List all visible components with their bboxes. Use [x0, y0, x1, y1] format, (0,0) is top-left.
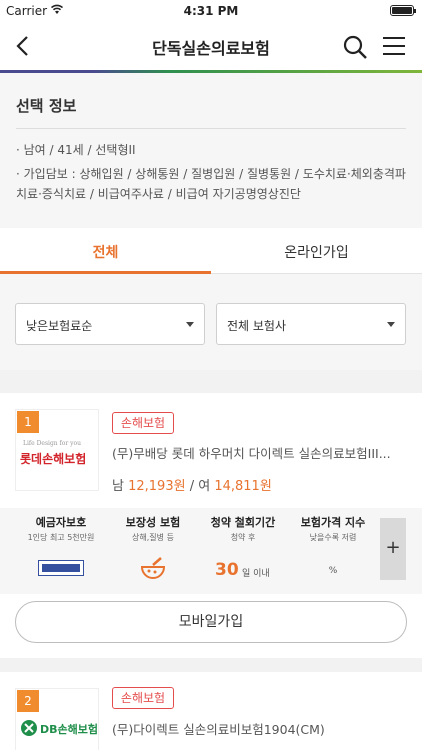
product-card[interactable]: DB손해보험 2 손해보험 (무)다이렉트 실손의료비보험1904(CM)	[0, 672, 422, 750]
rank-badge: 1	[17, 411, 39, 433]
feature-subtitle: 상해,질병 등	[132, 533, 174, 542]
sort-select-value: 낮은보험료순	[26, 319, 93, 333]
hamburger-menu-icon[interactable]	[382, 35, 406, 57]
search-icon[interactable]	[342, 34, 368, 60]
category-badge: 손해보험	[112, 687, 174, 709]
caret-down-icon	[186, 322, 194, 327]
mortar-pestle-icon	[140, 557, 166, 579]
withdrawal-days: 30	[215, 560, 239, 580]
db-logo-mark-icon	[21, 720, 37, 736]
price-separator: /	[189, 479, 195, 494]
caret-down-icon	[387, 322, 395, 327]
divider	[16, 128, 406, 129]
product-card[interactable]: Life Design for you 롯데손해보험 1 손해보험 (무)무배당…	[0, 393, 422, 658]
section-gap	[0, 370, 422, 393]
feature-subtitle: 낮을수록 저렴	[309, 533, 357, 542]
price-male-label: 남	[112, 479, 124, 494]
product-name[interactable]: (무)다이렉트 실손의료비보험1904(CM)	[112, 719, 408, 738]
more-features-button[interactable]: +	[380, 518, 406, 580]
selection-coverage-info: · 가입담보 : 상해입원 / 상해통원 / 질병입원 / 질병통원 / 도수치…	[16, 167, 406, 201]
price-index-value: %	[328, 566, 338, 576]
feature-strip: 예금자보호 1인당 최고 5천만원 보장성 보험 상해,질병 등 청약 철회기간…	[0, 508, 422, 594]
withdrawal-unit: 일 이내	[242, 569, 270, 579]
navigation-bar: 단독실손의료보험	[0, 22, 422, 70]
tab-all[interactable]: 전체	[0, 242, 211, 262]
price-female: 14,811원	[214, 479, 272, 494]
status-bar: Carrier 4:31 PM	[0, 0, 422, 22]
company-select[interactable]: 전체 보험사	[216, 303, 406, 345]
logo-tagline: Life Design for you	[23, 440, 82, 447]
battery-icon	[390, 5, 416, 16]
company-select-value: 전체 보험사	[227, 319, 287, 333]
selection-heading: 선택 정보	[16, 97, 77, 115]
feature-title: 예금자보호	[35, 516, 87, 529]
feature-price-index: 보험가격 지수 낮을수록 저렴 %	[290, 516, 376, 576]
logo-name: DB손해보험	[40, 723, 98, 736]
feature-subtitle: 1인당 최고 5천만원	[27, 533, 95, 542]
feature-title: 보장성 보험	[125, 516, 181, 529]
feature-title: 청약 철회기간	[210, 516, 276, 529]
section-gap	[0, 658, 422, 672]
feature-withdrawal-period: 청약 철회기간 청약 후 30 일 이내	[200, 516, 286, 580]
tab-bar: 전체 온라인가입	[0, 228, 422, 274]
clock: 4:31 PM	[183, 4, 239, 18]
mobile-signup-button[interactable]: 모바일가입	[15, 601, 407, 643]
product-name[interactable]: (무)무배당 롯데 하우머치 다이렉트 실손의료보험III...	[112, 443, 408, 462]
feature-subtitle: 청약 후	[230, 533, 256, 542]
price-male: 12,193원	[128, 479, 186, 494]
logo-name: 롯데손해보험	[20, 452, 87, 466]
deposit-insurance-logo-icon	[38, 560, 84, 576]
feature-deposit-protection: 예금자보호 1인당 최고 5천만원	[18, 516, 104, 576]
feature-title: 보험가격 지수	[300, 516, 366, 529]
tab-online-signup[interactable]: 온라인가입	[211, 242, 422, 262]
product-price: 남 12,193원 / 여 14,811원	[112, 475, 272, 494]
sort-select[interactable]: 낮은보험료순	[15, 303, 205, 345]
rank-badge: 2	[17, 690, 39, 712]
selection-basic-info: · 남여 / 41세 / 선택형II	[16, 143, 136, 157]
category-badge: 손해보험	[112, 412, 174, 434]
filter-bar: 낮은보험료순 전체 보험사	[0, 274, 422, 370]
price-female-label: 여	[198, 479, 211, 494]
selection-info-panel: 선택 정보 · 남여 / 41세 / 선택형II · 가입담보 : 상해입원 /…	[0, 73, 422, 228]
feature-protection-type: 보장성 보험 상해,질병 등	[110, 516, 196, 579]
